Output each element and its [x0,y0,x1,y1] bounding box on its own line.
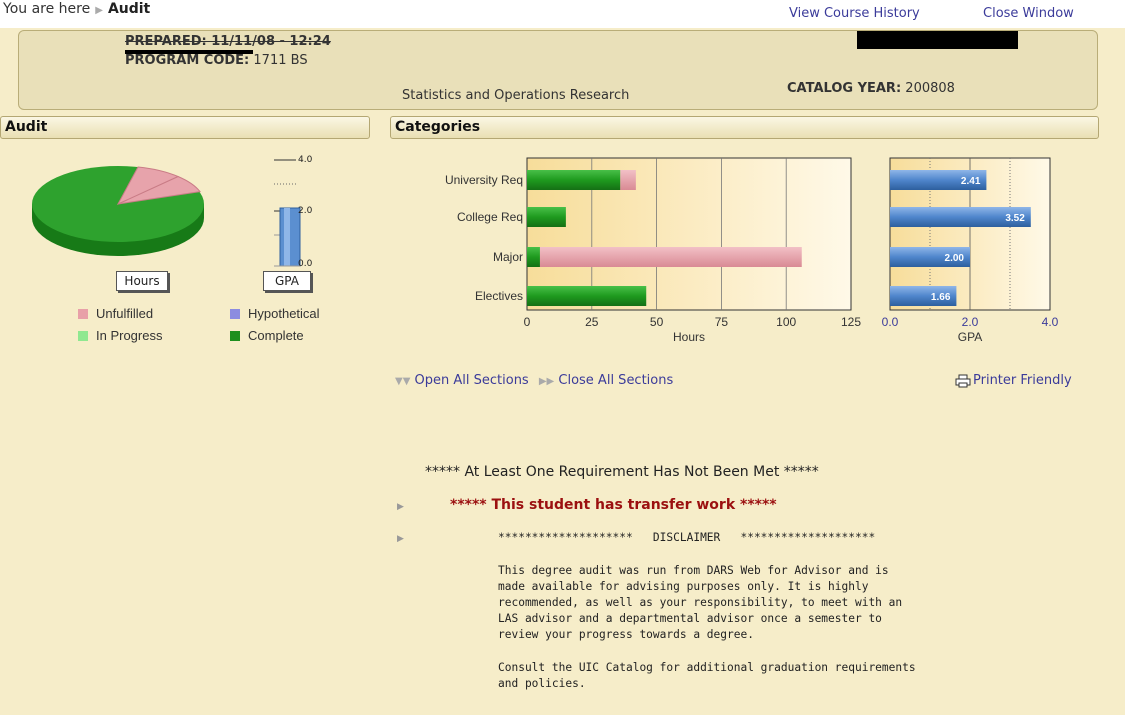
category-label: College Req [457,210,523,224]
catalog-year-value: 200808 [905,81,955,96]
complete-swatch [230,330,240,341]
printer-friendly-label: Printer Friendly [973,373,1072,388]
hours-tick-label: 75 [715,315,729,329]
audit-header-panel: PREPARED: 11/11/08 - 12:24 PROGRAM CODE:… [18,30,1098,110]
hours-pie-chart [28,158,228,262]
category-label: Electives [475,289,523,303]
printer-icon [955,374,971,387]
audit-section-header: Audit [0,116,370,139]
hours-bar-unfulfilled [539,247,802,267]
hours-tick-label: 25 [585,315,599,329]
category-label: Major [493,250,523,264]
program-code-label: PROGRAM CODE: [125,53,250,68]
hours-button[interactable]: Hours [116,271,168,291]
close-window-link[interactable]: Close Window [983,6,1074,21]
hours-bar-unfulfilled [620,170,636,190]
hours-tick-label: 50 [650,315,664,329]
legend-label: Unfulfilled [96,306,154,321]
expand-transfer-icon[interactable]: ▶ [397,502,404,512]
gpa-tick-label: 0.0 [882,315,899,329]
gpa-bar-value: 3.52 [1005,213,1025,224]
disclaimer-header: ******************** DISCLAIMER ********… [498,531,876,544]
in-progress-swatch [78,330,88,341]
view-course-history-link[interactable]: View Course History [789,6,920,21]
breadcrumb-arrow-icon: ▶ [95,5,103,16]
consult-catalog-text: Consult the UIC Catalog for additional g… [498,661,916,690]
gpa-axis-label: GPA [958,330,982,344]
hours-tick-label: 100 [776,315,796,329]
legend-label: In Progress [96,328,163,343]
hours-bar-complete [527,170,621,190]
redacted-id [857,31,1018,49]
breadcrumb-prefix: You are here [3,1,91,17]
gpa-bar-value: 2.41 [961,176,981,187]
prepared-date: PREPARED: 11/11/08 - 12:24 [125,34,331,49]
legend-unfulfilled: Unfulfilled [78,306,153,321]
gpa-tick-label: 2.0 [962,315,979,329]
gpa-button[interactable]: GPA [263,271,311,291]
hours-axis-label: Hours [673,330,705,344]
gpa-tick-label: 4.0 [1042,315,1059,329]
top-bar: You are here ▶ Audit View Course History C… [0,0,1130,28]
breadcrumb: You are here ▶ Audit [3,1,150,17]
category-label: University Req [445,173,523,187]
catalog-year-label: CATALOG YEAR: [787,81,902,96]
gpa-bar-value: 2.00 [945,253,965,264]
breadcrumb-current: Audit [107,1,151,17]
expand-disclaimer-icon[interactable]: ▶ [397,534,404,544]
gpa-tick-0: 0.0 [298,259,313,269]
legend-in-progress: In Progress [78,328,162,343]
requirement-not-met-message: ***** At Least One Requirement Has Not B… [425,464,819,480]
program-code: PROGRAM CODE: 1711 BS [125,53,308,68]
section-toggle-links: ▼▼ Open All Sections ▶▶ Close All Sectio… [395,373,673,388]
catalog-year: CATALOG YEAR: 200808 [787,81,955,96]
gpa-mini-chart: 4.0 2.0 0.0 [260,150,330,285]
open-all-sections-link[interactable]: Open All Sections [415,373,529,388]
scrollbar[interactable] [1125,0,1130,715]
close-all-sections-link[interactable]: Close All Sections [558,373,673,388]
printer-friendly-link[interactable]: Printer Friendly [955,373,1072,388]
disclaimer-body: This degree audit was run from DARS Web … [498,564,903,641]
program-code-value: 1711 BS [253,53,308,68]
hours-bar-complete [527,286,647,306]
hours-bar-complete [527,207,566,227]
hours-tick-label: 0 [524,315,531,329]
open-all-icon: ▼▼ [395,376,411,387]
hours-bar-complete [527,247,540,267]
hypothetical-swatch [230,308,240,319]
program-name: Statistics and Operations Research [402,88,630,103]
hours-tick-label: 125 [841,315,861,329]
legend-label: Complete [248,328,304,343]
categories-section-header: Categories [390,116,1099,139]
gpa-tick-4: 4.0 [298,155,313,165]
close-all-icon: ▶▶ [538,376,555,387]
unfulfilled-swatch [78,308,88,319]
categories-chart: 0 25 50 75 100 125 Hours University Req College … [445,157,1059,344]
gpa-bar-value: 1.66 [931,292,951,303]
legend-hypothetical: Hypothetical [230,306,320,321]
legend-label: Hypothetical [248,306,320,321]
legend-complete: Complete [230,328,304,343]
transfer-work-message: ***** This student has transfer work ***… [450,497,777,513]
gpa-tick-2: 2.0 [298,206,313,216]
